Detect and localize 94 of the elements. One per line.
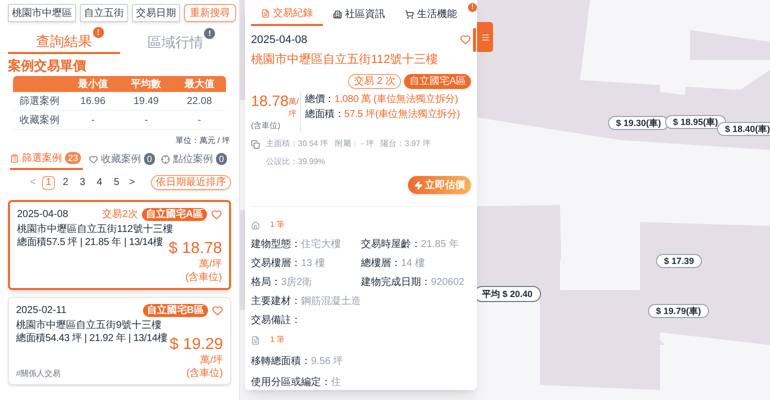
count-badge: 0 [144,153,156,165]
lightning-icon [414,180,423,190]
price-unit: 萬/坪 [200,354,223,367]
detail-field: 總面積：57.5 坪(車位無法獨立拆分) [305,107,460,122]
case-tab[interactable]: 收藏案例 0 [89,150,156,170]
result-tab[interactable]: 區域行情 ! [120,30,231,54]
community-tag: 自立國宅A區 [142,208,207,221]
detail-field: 建物型態：住宅大樓 [251,237,361,252]
page-number[interactable]: 5 [110,176,123,190]
unit-price: $ 19.29 [170,336,223,354]
trade-count: 交易 2 次 [348,74,402,90]
parking-note: (含車位) [186,367,223,380]
scrollbar [473,28,476,52]
case-summary: 總面積54.43 坪 | 21.92 年 | 13/14樓 [16,332,168,345]
detail-tab[interactable]: 生活機能 [395,4,467,26]
table-cell-text: 19.49 [132,94,160,108]
case-date: 2025-02-11 [16,304,66,318]
page-number[interactable]: 4 [93,176,106,190]
case-address: 桃園市中壢區自立五街112號十三樓 [17,223,174,236]
detail-field: 主要建材：鋼筋混凝土造 [251,294,471,309]
price-unit: 萬/坪 [288,96,299,120]
count-badge: 23 [65,152,82,164]
community-tag: 自立國宅B區 [142,304,208,317]
menu-icon [480,32,490,42]
favorite-icon[interactable] [212,305,223,316]
price-marker[interactable]: $ 18.95(車) [665,115,726,129]
alert-badge: ! [204,28,216,38]
case-address: 桃園市中壢區自立五街9號十三樓 [16,319,163,332]
area-breakdown: 主面積：30.54 坪 附屬： - 坪 陽台：3.97 坪 [266,138,430,150]
case-tab-icon [89,154,98,164]
public-ratio: 公設比：39.99% [266,156,326,168]
document-icon [251,336,260,344]
table-cell-text: 22.08 [186,94,213,108]
page-number[interactable]: 3 [76,176,89,190]
community-tag: 自立國宅A區 [404,74,471,90]
price-unit: 萬/坪 [199,258,222,271]
case-tab[interactable]: 點位案例 0 [161,150,228,170]
favorite-icon[interactable] [460,34,471,46]
detail-field: 使用分區或編定：住 [251,375,471,390]
column-header: 最大值 [183,78,216,92]
detail-field: 建物完成日期：920602 [361,275,471,290]
detail-tab[interactable]: 社區資訊 [323,4,395,26]
case-card[interactable]: 2025-04-08 交易2次 自立國宅A區 桃園市中壢區自立五街112號十三樓 總面積57.5 坪 | 21.85 年 | 13/14樓 $ 18.78 萬/坪 (含車位) [8,200,231,290]
parking-note: (含車位) [251,120,282,132]
price-marker[interactable]: 平均 $ 20.40 [474,286,541,302]
detail-field: 交易樓層：13 樓 [251,256,361,271]
table-cell-text: - [196,114,202,128]
detail-field: 總價：1,080 萬 (車位無法獨立拆分) [305,92,460,108]
table-cell-text: 16.96 [79,94,106,108]
alert-badge: ! [92,26,104,38]
price-marker[interactable]: $ 19.30(車) [608,116,670,130]
detail-field: 總樓層：14 樓 [361,256,471,271]
column-header: 平均數 [130,78,162,92]
document-icon [261,9,270,18]
case-date: 2025-04-08 [17,208,68,222]
unit-price: 18.78 [251,92,289,110]
price-marker[interactable]: $ 17.39 [656,254,702,268]
record-count: 1 筆 [270,334,285,346]
detail-field: 交易備註： [251,313,471,328]
row-label: 篩選案例 [18,94,61,108]
record-count: 1 筆 [270,219,285,231]
cart-icon [405,10,414,20]
filter-chip[interactable]: 交易日期 [132,4,180,22]
unit-label: 單位：萬元 / 坪 [174,136,231,146]
case-remark: #關係人交易 [16,368,62,380]
detail-address: 桃園市中壢區自立五街112號十三樓 [251,51,440,68]
copy-icon [251,140,260,149]
parking-note: (含車位) [185,271,222,284]
table-cell-text: - [90,114,96,128]
detail-field: 移轉總面積：9.56 坪 [251,354,471,369]
case-tab-icon [161,154,170,164]
count-badge: 0 [216,153,228,165]
menu-button[interactable] [477,22,493,52]
favorite-icon[interactable] [211,209,222,220]
detail-field: 交易時屋齡：21.85 年 [361,237,471,252]
filter-chip[interactable]: 桃園市中壢區 [8,4,76,22]
next-page-button[interactable]: > [127,175,137,190]
building-icon [333,10,342,20]
case-tab-icon [10,154,19,162]
detail-field: 格局：3房2衛 [251,275,361,290]
trade-count: 交易2次 [102,208,138,222]
price-marker[interactable]: $ 19.79(車) [648,304,710,318]
page-number[interactable]: 2 [59,176,72,190]
filter-chip[interactable]: 自立五街 [80,4,128,22]
table-cell-text: - [143,114,149,128]
detail-date: 2025-04-08 [251,32,308,48]
price-marker[interactable]: $ 18.40(車) [717,122,770,136]
unit-price: $ 18.78 [168,240,222,258]
section-title: 案例交易單價 [8,58,87,74]
row-label: 收藏案例 [18,114,61,128]
home-icon [251,220,260,230]
case-card[interactable]: 2025-02-11 自立國宅B區 桃園市中壢區自立五街9號十三樓 總面積54.43 坪 | 21.92 年 | 13/14樓 #關係人交易 $ 19.29 萬/坪 (含車位) [8,297,231,385]
column-header: 最小值 [76,78,109,92]
case-summary: 總面積57.5 坪 | 21.85 年 | 13/14樓 [17,236,163,249]
